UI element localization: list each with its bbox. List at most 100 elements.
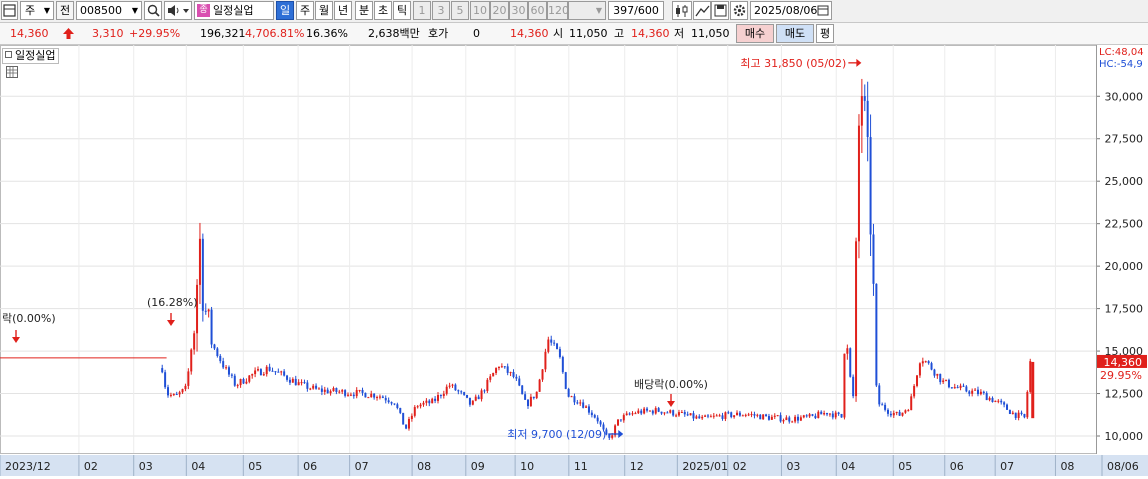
candle-body: [625, 413, 628, 416]
candle-body: [190, 349, 193, 372]
buy-button[interactable]: 매수: [736, 24, 774, 43]
candle-body: [1026, 391, 1029, 418]
x-tick-label: 2023/12: [5, 460, 51, 473]
candle-body: [965, 386, 968, 392]
cursor-icon[interactable]: [693, 1, 711, 20]
candle-body: [936, 373, 939, 376]
legend-item[interactable]: 일정실업: [2, 48, 60, 64]
candle-body: [640, 410, 643, 414]
candle-body: [172, 394, 175, 396]
candle-body: [204, 310, 207, 312]
trade-amount: 2,638백만: [368, 27, 420, 40]
candle-body: [930, 363, 933, 370]
tab-monthly[interactable]: 월: [315, 1, 333, 20]
candle-body: [939, 373, 942, 383]
candle-body: [312, 385, 315, 389]
candle-body: [596, 417, 599, 422]
interval-select[interactable]: ▼: [568, 1, 606, 20]
save-icon[interactable]: [711, 1, 729, 20]
candle-body: [599, 421, 602, 425]
candle-body: [910, 396, 913, 411]
candle-body: [248, 375, 251, 382]
candle-body: [811, 414, 814, 416]
minute-option[interactable]: 30: [509, 1, 528, 20]
candle-body: [317, 388, 320, 390]
candle-body: [945, 379, 948, 381]
candle-body: [738, 412, 741, 416]
candle-body: [834, 412, 837, 418]
minute-option[interactable]: 120: [547, 1, 568, 20]
tab-yearly[interactable]: 년: [334, 1, 352, 20]
candle-body: [788, 417, 791, 422]
candle-body: [527, 399, 530, 407]
sound-icon[interactable]: [164, 1, 192, 20]
candle-body: [1011, 412, 1014, 414]
candle-body: [1006, 404, 1009, 410]
price-chart[interactable]: 10,00012,50015,00017,50020,00022,50025,0…: [0, 45, 1148, 476]
candle-body: [518, 378, 521, 386]
minute-option[interactable]: 3: [432, 1, 450, 20]
x-tick-label: 02: [733, 460, 747, 473]
minute-option[interactable]: 10: [470, 1, 490, 20]
tab-second[interactable]: 초: [374, 1, 392, 20]
layout-icon[interactable]: [1, 1, 18, 20]
candle-body: [718, 415, 721, 417]
grid-toggle-icon[interactable]: [6, 66, 18, 78]
candle-body: [628, 413, 631, 415]
candle-body: [280, 371, 283, 373]
candle-body: [773, 415, 776, 417]
candle-body: [381, 396, 384, 398]
candle-body: [988, 397, 991, 401]
candle-body: [471, 400, 474, 405]
candle-body: [997, 400, 1000, 402]
tab-daily[interactable]: 일: [276, 1, 294, 20]
sell-button[interactable]: 매도: [776, 24, 814, 43]
candle-body: [198, 238, 201, 285]
candle-body: [332, 388, 335, 392]
annotation-high: 최고 31,850 (05/02): [740, 57, 846, 70]
candle-body: [704, 415, 707, 417]
tab-minute[interactable]: 분: [355, 1, 373, 20]
candle-icon[interactable]: [672, 1, 692, 20]
date-field[interactable]: 2025/08/06: [750, 1, 832, 20]
candle-body: [660, 411, 663, 414]
chart-area[interactable]: 10,000 12,500 15,000 17,500 20,000 22,500 25,0…: [0, 45, 1148, 476]
candle-body: [326, 389, 329, 394]
annotation-ex-rights: 락(0.00%): [2, 312, 56, 325]
candle-body: [779, 415, 782, 422]
market-select[interactable]: 주 ▼: [20, 1, 54, 20]
code-input[interactable]: 008500 ▼: [76, 1, 142, 20]
search-icon[interactable]: [144, 1, 162, 20]
candle-body: [759, 414, 762, 420]
candle-body: [860, 96, 863, 126]
minute-option[interactable]: 20: [490, 1, 509, 20]
candle-body: [477, 396, 480, 400]
candle-body: [1020, 412, 1023, 414]
candle-body: [886, 409, 889, 414]
candle-body: [320, 388, 323, 392]
y-tick-label: 30,000: [1105, 90, 1144, 103]
avg-button[interactable]: 평: [816, 24, 834, 43]
candle-body: [428, 400, 431, 404]
minute-option[interactable]: 1: [413, 1, 431, 20]
minute-option[interactable]: 5: [451, 1, 469, 20]
candle-body: [770, 416, 773, 420]
candle-body: [701, 416, 704, 419]
candle-body: [991, 397, 994, 403]
count-field[interactable]: 397/600: [608, 1, 664, 20]
candle-body: [521, 385, 524, 395]
legend-marker-icon: [5, 51, 12, 58]
gear-icon[interactable]: [730, 1, 748, 20]
candle-body: [207, 309, 210, 312]
stock-name-field[interactable]: 종 일정실업: [194, 1, 274, 20]
x-tick-label: 12: [630, 460, 644, 473]
candle-body: [288, 379, 291, 383]
candle-body: [956, 387, 959, 389]
candle-body: [968, 391, 971, 394]
x-tick-label: 06: [950, 460, 964, 473]
tab-tick[interactable]: 틱: [393, 1, 411, 20]
candle-body: [576, 402, 579, 404]
minute-option[interactable]: 60: [528, 1, 547, 20]
tab-weekly[interactable]: 주: [296, 1, 314, 20]
candle-body: [962, 385, 965, 387]
